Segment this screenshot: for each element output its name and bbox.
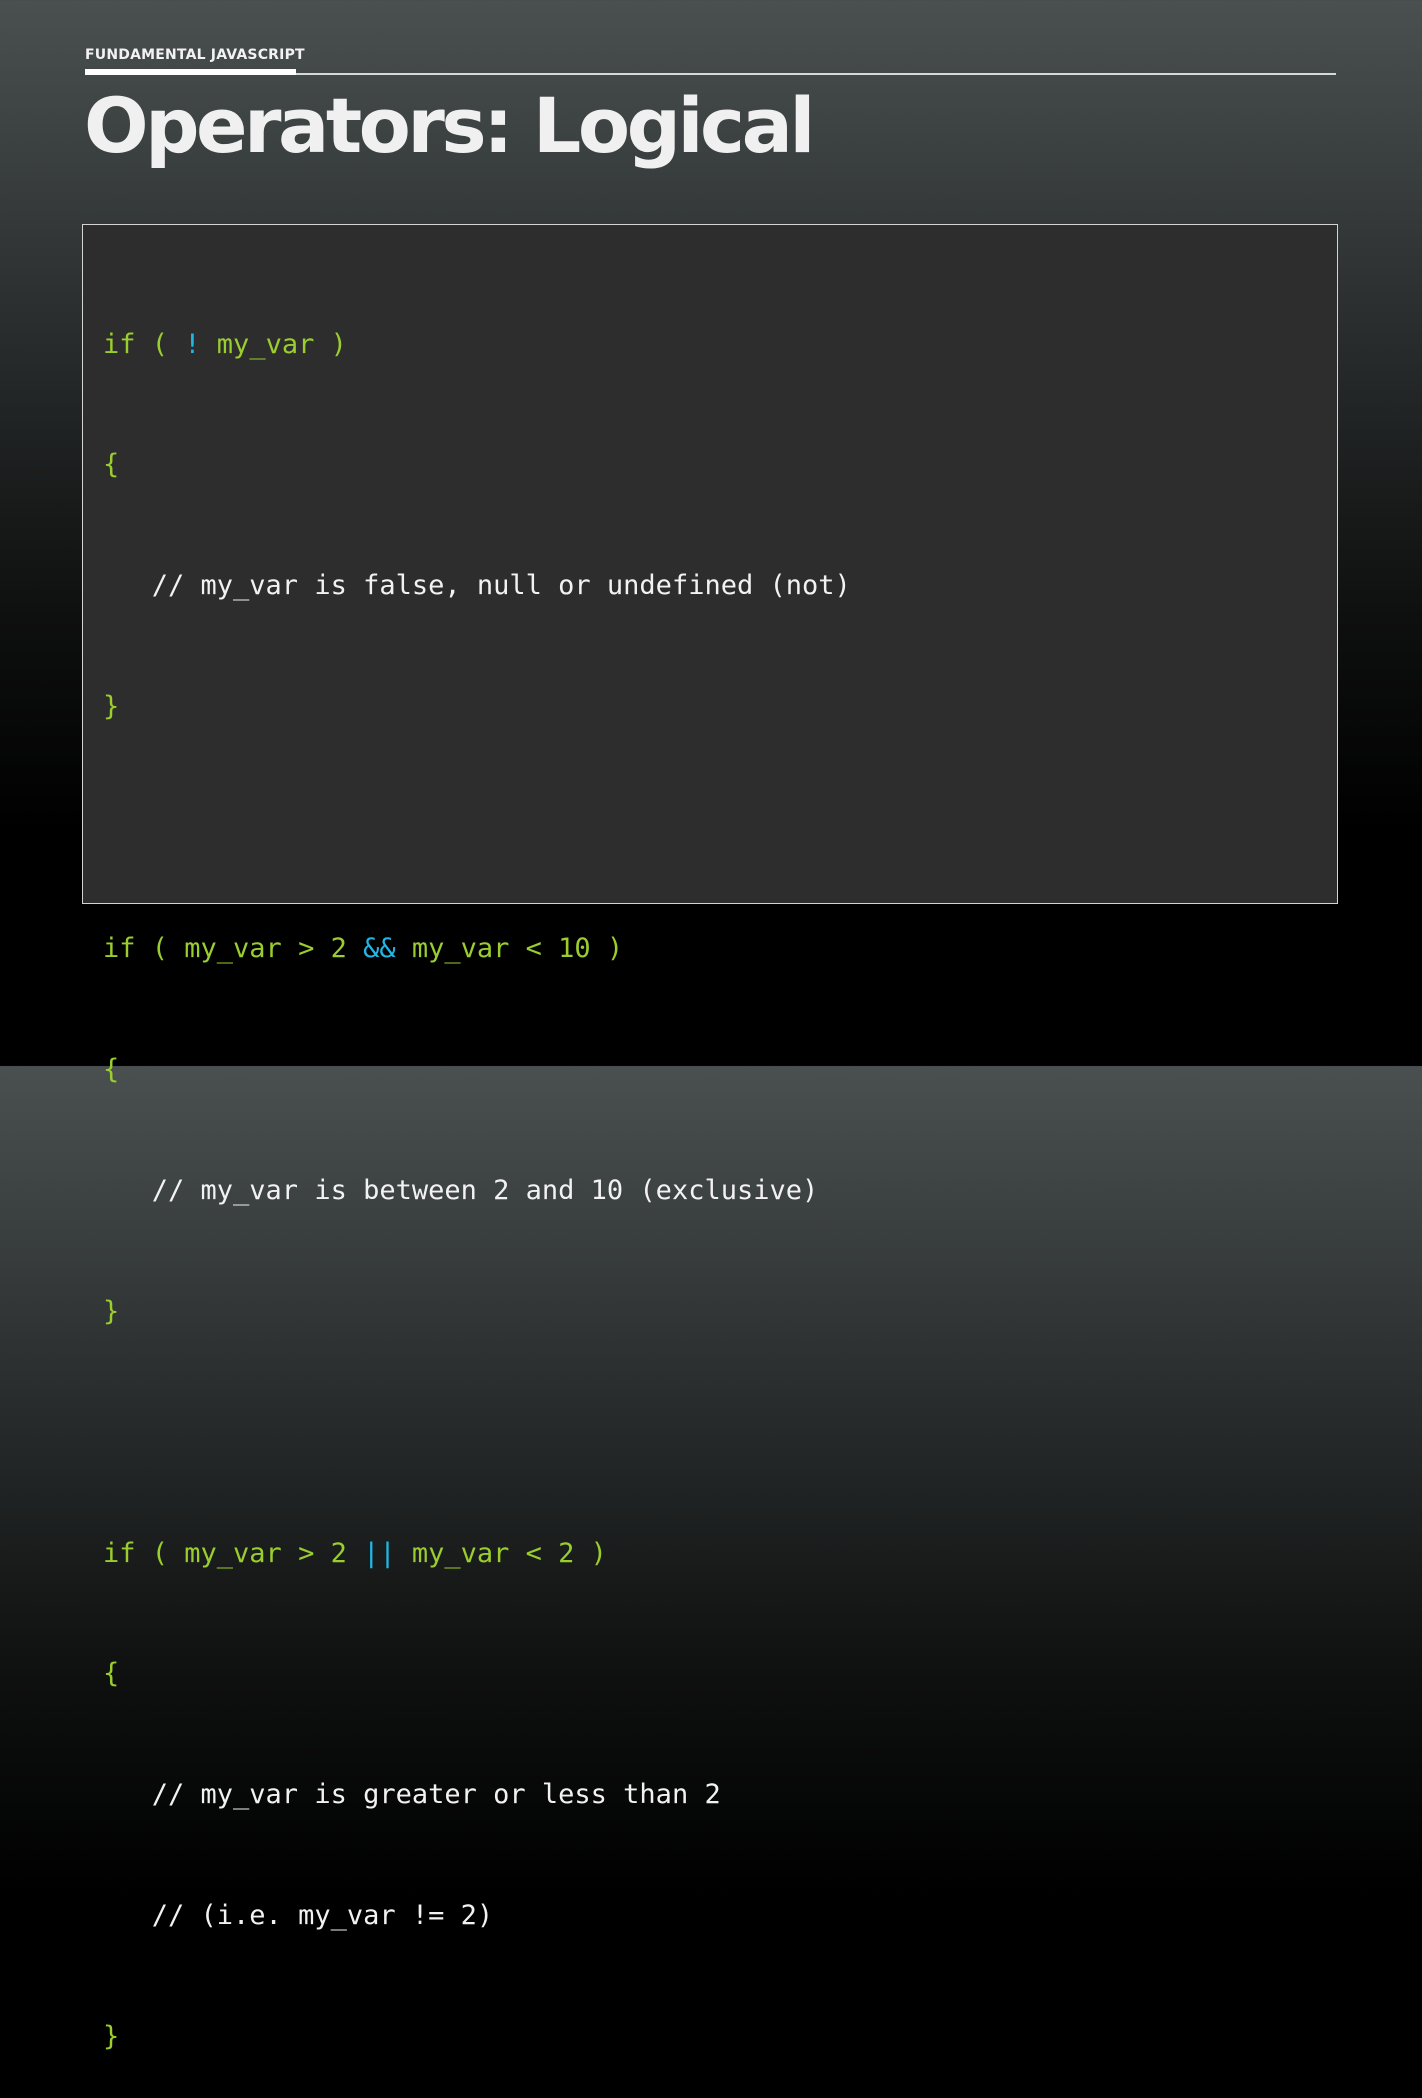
code-keyword: if ( my_var > 2 (103, 933, 364, 965)
code-brace-open: { (103, 449, 120, 481)
code-comment: // my_var is greater or less than 2 (103, 1779, 721, 1811)
code-operator: ! (184, 328, 201, 360)
code-brace-open: { (103, 1658, 120, 1690)
code-brace-open: { (103, 1053, 120, 1085)
code-keyword: if ( (103, 328, 185, 360)
section-label: FUNDAMENTAL JAVASCRIPT (85, 47, 305, 63)
code-listing: if ( ! my_var ) { // my_var is false, nu… (103, 244, 851, 2098)
code-comment: // my_var is false, null or undefined (n… (103, 570, 851, 602)
code-line: if ( my_var > 2 || my_var < 2 ) (103, 1534, 851, 1574)
code-operator: || (363, 1537, 396, 1569)
code-keyword: if ( my_var > 2 (103, 1537, 364, 1569)
code-keyword: my_var ) (200, 328, 347, 360)
code-keyword: my_var < 2 ) (395, 1537, 607, 1569)
code-operator: && (363, 933, 396, 965)
code-comment: // my_var is between 2 and 10 (exclusive… (103, 1174, 819, 1206)
header-rule-accent (85, 69, 296, 75)
code-brace-close: } (103, 1295, 120, 1327)
code-line: if ( ! my_var ) (103, 325, 851, 365)
slide-title: Operators: Logical (84, 81, 815, 170)
code-comment: // (i.e. my_var != 2) (103, 1900, 494, 1932)
code-line: if ( my_var > 2 && my_var < 10 ) (103, 929, 851, 969)
code-brace-close: } (103, 691, 120, 723)
code-keyword: my_var < 10 ) (395, 933, 624, 965)
code-brace-close: } (103, 2021, 120, 2053)
